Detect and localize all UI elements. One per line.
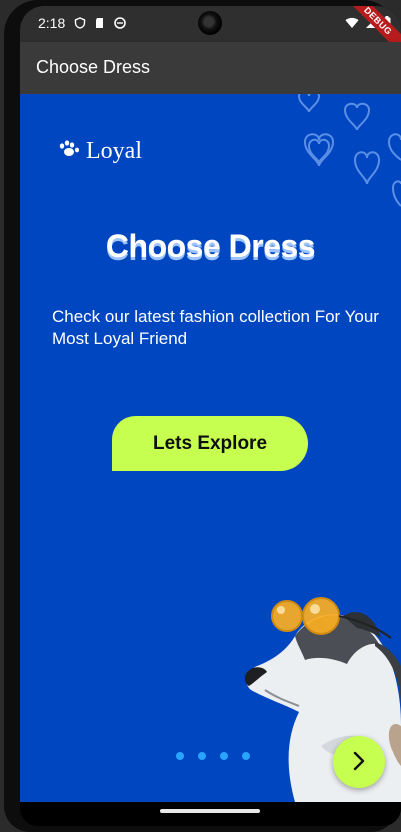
status-bar: 2:18 DEBUG [20, 6, 401, 58]
brand-logo: Loyal [58, 138, 142, 165]
app-bar: Choose Dress [20, 42, 401, 94]
sd-card-icon [94, 16, 106, 28]
phone-frame: 2:18 DEBUG Choose Dress Loyal Choose Dre… [4, 0, 401, 832]
status-left-icons [74, 16, 126, 29]
hearts-decoration [297, 94, 401, 207]
status-time: 2:18 [38, 15, 66, 31]
phone-screen: 2:18 DEBUG Choose Dress Loyal Choose Dre… [20, 6, 401, 826]
page-dot[interactable] [220, 752, 228, 760]
page-dot[interactable] [198, 752, 206, 760]
paw-icon [58, 140, 80, 163]
page-dot[interactable] [242, 752, 250, 760]
hero-subtitle: Check our latest fashion collection For … [52, 307, 379, 348]
page-dot[interactable] [176, 752, 184, 760]
wifi-icon [345, 16, 359, 32]
page-indicator [176, 752, 250, 760]
hero-heading: Choose Dress [105, 228, 316, 264]
home-gesture-handle[interactable] [160, 809, 260, 813]
logo-text: Loyal [86, 138, 142, 164]
onboarding-page: Loyal Choose Dress Check our latest fash… [20, 94, 401, 802]
navigation-bar [20, 802, 401, 826]
page-title: Choose Dress [36, 57, 151, 77]
lets-explore-button[interactable]: Lets Explore [112, 416, 308, 471]
shield-icon [74, 16, 86, 29]
front-camera [198, 11, 222, 35]
chevron-right-icon [350, 750, 368, 775]
next-button[interactable] [333, 736, 385, 788]
android-icon [114, 16, 126, 29]
